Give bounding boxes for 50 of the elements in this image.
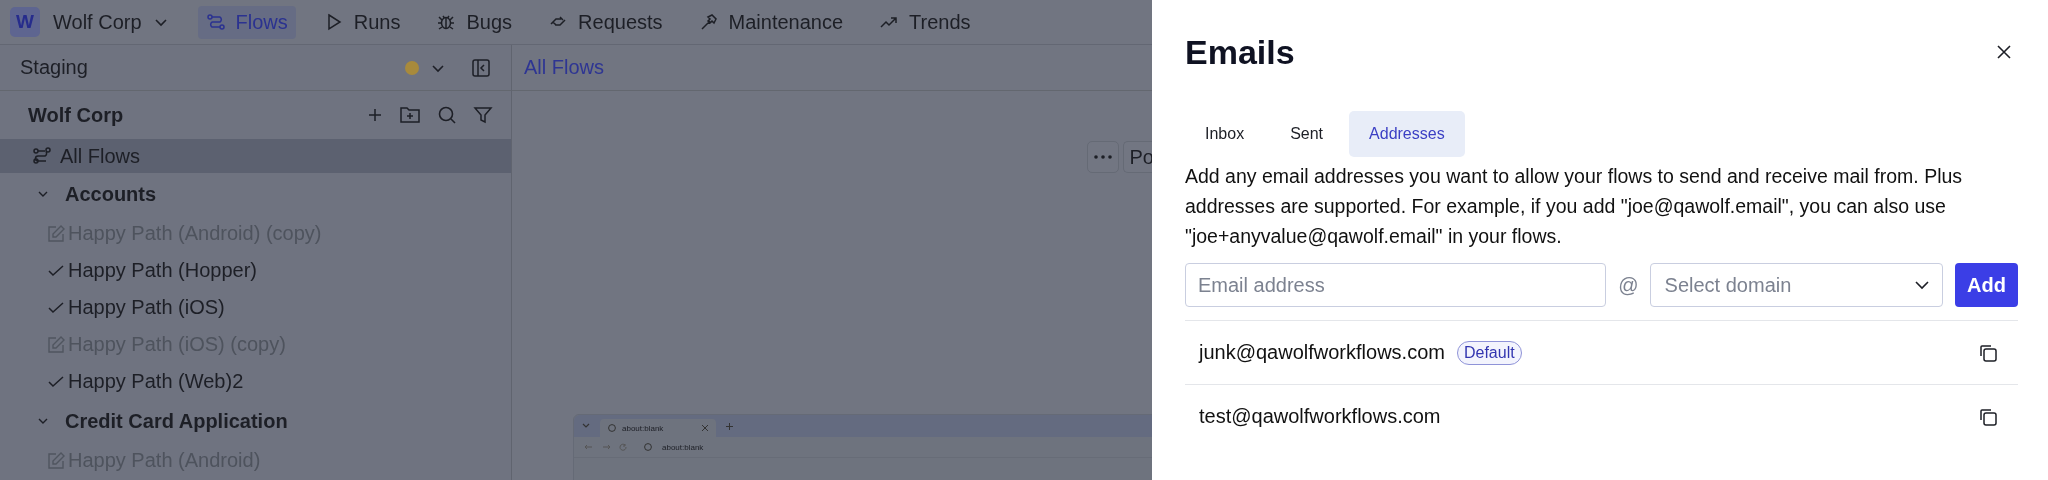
close-icon[interactable] (1996, 44, 2012, 60)
collapse-sidebar-icon[interactable] (471, 57, 491, 78)
flow-name[interactable]: Happy Path (iOS) (68, 296, 225, 319)
flows-icon (205, 12, 226, 32)
add-button[interactable]: Add (1955, 263, 2018, 307)
plus-icon[interactable] (726, 422, 733, 430)
email-input-field[interactable]: Email address (1185, 263, 1607, 307)
folder-name[interactable]: Credit Card Application (65, 409, 288, 433)
edit-icon (46, 450, 66, 471)
more-button[interactable] (1086, 141, 1119, 173)
tab[interactable]: Addresses (1349, 111, 1465, 157)
tab-title: about:blank (622, 423, 664, 433)
nav-tab[interactable]: Maintenance (690, 5, 852, 39)
edit-icon (46, 334, 66, 355)
panel-title: Emails (1185, 32, 1295, 72)
environment-name[interactable]: Staging (20, 56, 88, 79)
nav-tab[interactable]: Bugs (428, 5, 521, 39)
workspace-name[interactable]: Wolf Corp (53, 10, 142, 34)
search-icon[interactable] (437, 105, 457, 125)
new-folder-icon[interactable] (399, 105, 421, 125)
description-text: Add any email addresses you want to allow your flows to send and receive mail from. Plus addresses are supported. For example, if you add "joe@qawolf.email", you can also use "joe+anyvalue@qawolf.email" in your flows. (1185, 164, 1964, 249)
status-dot (405, 60, 419, 75)
tree-title: Wolf Corp (28, 103, 124, 127)
flows-icon (32, 146, 52, 166)
default-badge: Default (1456, 340, 1522, 365)
breadcrumb-link[interactable]: All Flows (524, 56, 604, 79)
email-address: test@qawolfworkflows.com (1199, 405, 1441, 428)
address-bar-text: about:blank (662, 442, 704, 452)
nav-tab[interactable]: Runs (315, 5, 409, 39)
domain-select[interactable]: Select domain (1649, 263, 1944, 307)
copy-icon[interactable] (1978, 406, 1998, 427)
flow-name[interactable]: Happy Path (Hopper) (68, 259, 257, 282)
copy-icon[interactable] (1978, 342, 1998, 363)
tab[interactable]: Sent (1270, 111, 1344, 157)
flow-name[interactable]: Happy Path (Web)2 (68, 370, 244, 393)
plus-icon[interactable] (367, 107, 383, 123)
filter-icon[interactable] (473, 105, 493, 125)
nav-tab[interactable]: Requests (540, 5, 671, 39)
chevron-down-icon (582, 422, 590, 430)
email-address: junk@qawolfworkflows.com (1199, 341, 1445, 364)
workspace-logo[interactable]: W (10, 7, 40, 37)
nav-tab[interactable]: Trends (871, 5, 979, 39)
tree-item[interactable]: All Flows (0, 139, 511, 173)
folder-name[interactable]: Accounts (65, 182, 157, 206)
browser-tab[interactable]: about:blank (600, 419, 716, 437)
nav-tab[interactable]: Flows (197, 5, 296, 39)
edit-icon (46, 223, 66, 244)
at-sign: @ (1618, 273, 1639, 297)
tab[interactable]: Inbox (1185, 111, 1265, 157)
ellipsis-icon (1093, 155, 1112, 159)
